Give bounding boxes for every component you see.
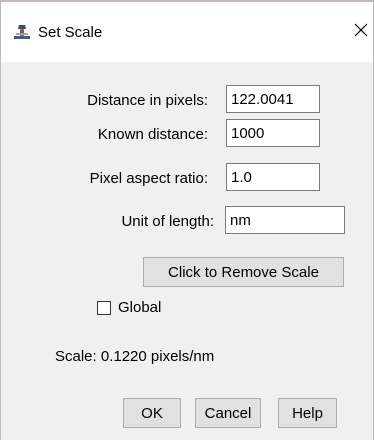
set-scale-dialog: Set Scale Distance in pixels: Known dist… (0, 0, 374, 440)
title-bar[interactable]: Set Scale (1, 2, 373, 62)
pixel-aspect-ratio-field[interactable] (226, 163, 320, 191)
distance-in-pixels-label: Distance in pixels: (87, 92, 208, 109)
remove-scale-button[interactable]: Click to Remove Scale (143, 257, 344, 287)
dialog-body: Distance in pixels: Known distance: Pixe… (1, 62, 373, 440)
known-distance-field[interactable] (226, 119, 320, 147)
close-icon (353, 22, 369, 43)
scale-readout: Scale: 0.1220 pixels/nm (55, 348, 215, 365)
imagej-microscope-icon (13, 23, 31, 41)
close-button[interactable] (349, 20, 373, 44)
ok-button[interactable]: OK (123, 398, 181, 428)
help-button[interactable]: Help (278, 398, 337, 428)
unit-of-length-field[interactable] (225, 206, 345, 234)
global-checkbox[interactable] (97, 301, 111, 315)
pixel-aspect-ratio-label: Pixel aspect ratio: (89, 170, 208, 187)
distance-in-pixels-field[interactable] (226, 85, 320, 113)
cancel-button[interactable]: Cancel (195, 398, 261, 428)
global-label[interactable]: Global (118, 299, 161, 317)
unit-of-length-label: Unit of length: (121, 213, 214, 230)
dialog-title: Set Scale (38, 24, 103, 41)
known-distance-label: Known distance: (97, 126, 208, 143)
